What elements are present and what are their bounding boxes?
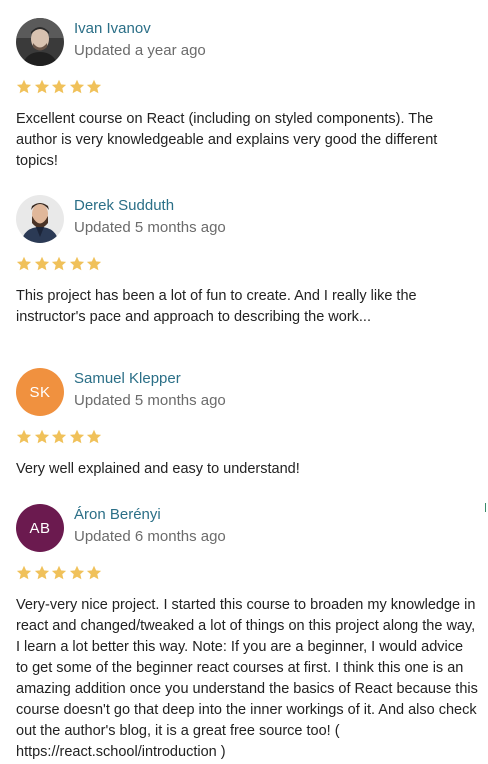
- avatar[interactable]: [16, 18, 64, 66]
- star-icon: [51, 565, 67, 580]
- star-icon: [86, 79, 102, 94]
- review-text: Excellent course on React (including on …: [16, 111, 438, 169]
- star-icon: [34, 429, 49, 444]
- reviewer-name[interactable]: Derek Sudduth: [74, 197, 174, 214]
- star-icon: [69, 429, 84, 444]
- star-icon: [86, 565, 102, 580]
- star-icon: [16, 79, 32, 94]
- review-timestamp: Updated a year ago: [74, 42, 206, 59]
- star-icon: [16, 565, 32, 580]
- star-icon: [86, 429, 102, 444]
- star-icon: [69, 565, 84, 580]
- reviewer-name[interactable]: Samuel Klepper: [74, 370, 181, 387]
- review-text: This project has been a lot of fun to cr…: [16, 288, 417, 325]
- avatar-photo-icon: [16, 195, 64, 243]
- star-icon: [16, 429, 32, 444]
- star-icon: [34, 256, 49, 271]
- avatar[interactable]: SK: [16, 368, 64, 416]
- star-icon: [34, 79, 49, 94]
- star-rating: [16, 429, 102, 445]
- review-timestamp: Updated 5 months ago: [74, 219, 226, 236]
- avatar[interactable]: AB: [16, 504, 64, 552]
- reviewer-name[interactable]: Ivan Ivanov: [74, 20, 151, 37]
- star-icon: [86, 256, 102, 271]
- star-icon: [69, 256, 84, 271]
- star-icon: [34, 565, 49, 580]
- star-rating: [16, 79, 102, 95]
- star-icon: [69, 79, 84, 94]
- star-rating: [16, 565, 102, 581]
- avatar-photo-icon: [16, 18, 64, 66]
- star-rating: [16, 256, 102, 272]
- review-timestamp: Updated 6 months ago: [74, 528, 226, 545]
- star-icon: [16, 256, 32, 271]
- scroll-marker: [485, 503, 486, 512]
- star-icon: [51, 429, 67, 444]
- star-icon: [51, 79, 67, 94]
- review-text: Very-very nice project. I started this c…: [16, 597, 478, 760]
- avatar[interactable]: [16, 195, 64, 243]
- reviewer-name[interactable]: Áron Berényi: [74, 506, 161, 523]
- review-text: Very well explained and easy to understa…: [16, 461, 300, 477]
- star-icon: [51, 256, 67, 271]
- review-timestamp: Updated 5 months ago: [74, 392, 226, 409]
